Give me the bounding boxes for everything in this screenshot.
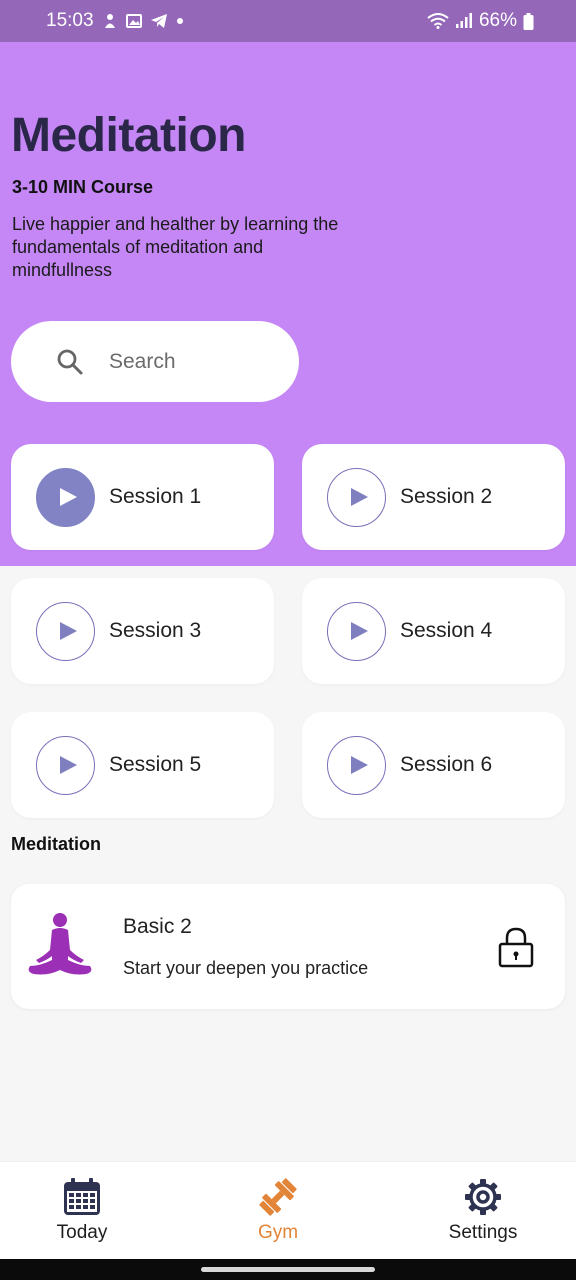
yoga-meditation-icon (28, 913, 92, 975)
play-button[interactable] (36, 467, 95, 527)
nav-label: Today (56, 1222, 108, 1243)
course-subtitle: Start your deepen you practice (123, 958, 369, 978)
session-label: Session 2 (400, 485, 493, 508)
status-right: 66% (427, 10, 534, 32)
page-title: Meditation (11, 109, 246, 162)
telegram-icon (150, 14, 167, 28)
play-button[interactable] (327, 467, 386, 527)
nav-gym[interactable]: Gym (213, 1176, 343, 1244)
search-input[interactable] (109, 349, 259, 374)
nav-label: Gym (257, 1222, 299, 1243)
play-icon (350, 488, 368, 506)
session-card-5[interactable]: Session 5 (11, 712, 274, 818)
signal-icon (455, 13, 472, 28)
play-button[interactable] (327, 735, 386, 795)
nav-today[interactable]: Today (17, 1176, 147, 1244)
play-button[interactable] (327, 601, 386, 661)
play-icon (350, 622, 368, 640)
section-title: Meditation (11, 834, 101, 854)
wifi-icon (427, 13, 449, 29)
session-label: Session 6 (400, 753, 493, 776)
session-card-6[interactable]: Session 6 (302, 712, 565, 818)
nav-label: Settings (448, 1222, 518, 1243)
battery-icon (523, 12, 534, 30)
session-label: Session 1 (109, 485, 202, 508)
play-icon (59, 622, 77, 640)
play-icon (350, 756, 368, 774)
session-label: Session 5 (109, 753, 202, 776)
course-description: Live happier and healther by learning th… (12, 214, 339, 280)
system-navigation-bar (0, 1259, 576, 1280)
search-icon (57, 349, 83, 374)
dot-icon (176, 18, 183, 24)
gallery-icon (125, 14, 142, 28)
battery-level: 66% (478, 10, 517, 31)
play-button[interactable] (36, 735, 95, 795)
status-left: 15:03 (46, 10, 184, 32)
lock-icon (498, 927, 534, 968)
dumbbell-icon (259, 1178, 297, 1216)
notification-icon (104, 14, 115, 28)
course-title: Basic 2 (123, 915, 192, 938)
session-card-4[interactable]: Session 4 (302, 578, 565, 684)
calendar-icon (64, 1178, 100, 1215)
play-button[interactable] (36, 601, 95, 661)
session-label: Session 4 (400, 619, 493, 642)
session-card-2[interactable]: Session 2 (302, 444, 565, 550)
search-bar[interactable] (11, 321, 299, 402)
bottom-navigation: Today Gym Settings (0, 1161, 576, 1259)
gear-icon (465, 1179, 501, 1215)
status-time: 15:03 (46, 10, 94, 31)
status-bar: 15:03 66% (0, 0, 576, 42)
session-card-3[interactable]: Session 3 (11, 578, 274, 684)
home-handle[interactable] (201, 1267, 375, 1272)
course-duration: 3-10 MIN Course (12, 177, 154, 197)
session-card-1[interactable]: Session 1 (11, 444, 274, 550)
course-card[interactable]: Basic 2 Start your deepen you practice (11, 884, 565, 1009)
play-icon (59, 488, 77, 506)
play-icon (59, 756, 77, 774)
session-label: Session 3 (109, 619, 202, 642)
nav-settings[interactable]: Settings (418, 1176, 548, 1244)
